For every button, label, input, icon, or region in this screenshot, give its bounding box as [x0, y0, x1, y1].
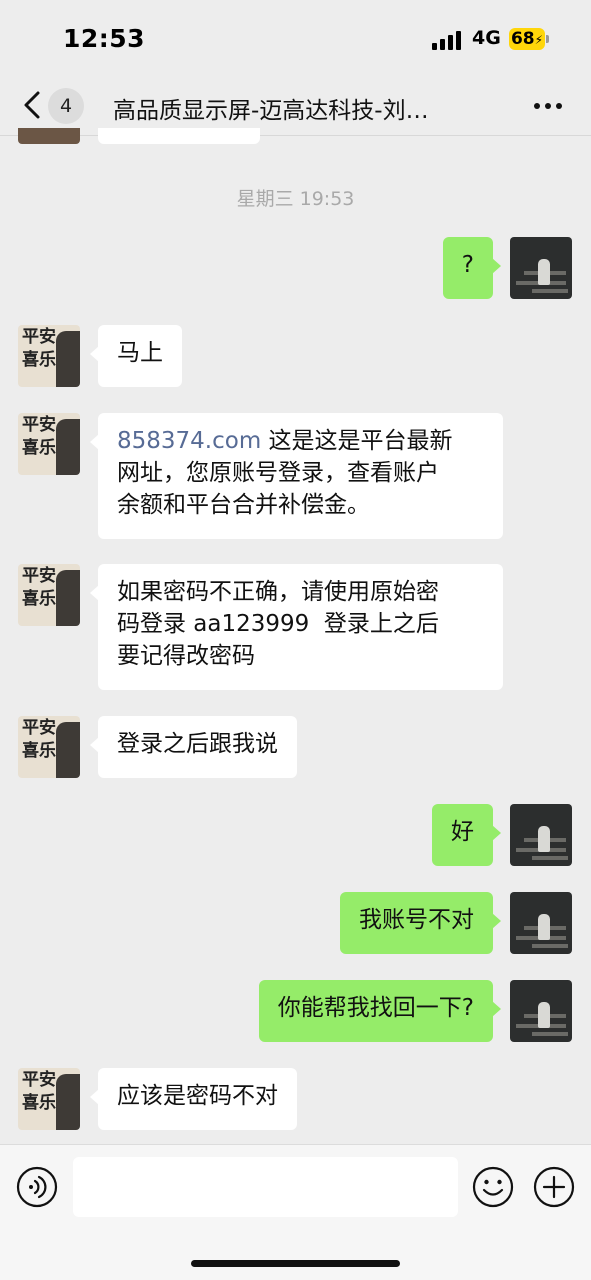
chevron-left-icon[interactable] [16, 88, 50, 122]
message-text: 我账号不对 [359, 907, 474, 933]
message-link[interactable]: 858374.com [117, 428, 261, 454]
battery-icon: 68⚡ [509, 28, 545, 50]
avatar-contact[interactable]: 平安 喜乐 [18, 325, 80, 387]
message-line: 码登录 aa123999 登录上之后 [117, 611, 439, 637]
message-line: 858374.com 这是这是平台最新 [117, 425, 484, 457]
message-line: 余额和平台合并补偿金。 [117, 492, 370, 518]
message-bubble-sent[interactable]: 我账号不对 [340, 892, 501, 954]
status-time: 12:53 [63, 24, 146, 53]
home-indicator[interactable] [191, 1260, 400, 1267]
status-bar: 12:53 4G 68⚡ [0, 0, 591, 78]
message-text: 你能帮我找回一下? [277, 995, 474, 1021]
avatar-self[interactable] [510, 804, 572, 866]
message-bubble-received[interactable]: 马上 [90, 325, 182, 387]
plus-icon[interactable] [533, 1166, 575, 1208]
message-text: 登录之后跟我说 [117, 731, 278, 757]
battery-cap [546, 35, 549, 43]
message-line: 网址，您原账号登录，查看账户 [117, 460, 439, 486]
message-text: 应该是密码不对 [117, 1083, 278, 1109]
avatar-contact[interactable]: 平安 喜乐 [18, 716, 80, 778]
chat-title: 高品质显示屏-迈高达科技-刘… [113, 98, 429, 124]
signal-icon [432, 30, 464, 50]
message-text: 马上 [117, 340, 163, 366]
message-input[interactable] [73, 1157, 458, 1217]
avatar-contact[interactable]: 平安 喜乐 [18, 413, 80, 475]
message-timestamp: 星期三 19:53 [236, 188, 355, 210]
message-line: 如果密码不正确，请使用原始密 [117, 579, 439, 605]
message-bubble-sent[interactable]: ? [442, 237, 502, 299]
battery-level: 68 [510, 29, 535, 49]
voice-icon[interactable] [16, 1166, 58, 1208]
network-type: 4G [472, 27, 501, 49]
avatar-self[interactable] [510, 980, 572, 1042]
message-bubble-received[interactable]: 登录之后跟我说 [90, 716, 297, 778]
unread-count-badge[interactable]: 4 [48, 88, 84, 124]
message-bubble-sent[interactable]: 你能帮我找回一下? [258, 980, 502, 1042]
message-bubble-received[interactable] [98, 128, 260, 144]
message-text: 这是这是平台最新 [261, 428, 453, 454]
chat-header: 4 高品质显示屏-迈高达科技-刘… [0, 78, 591, 136]
message-bubble-sent[interactable]: 好 [432, 804, 501, 866]
avatar-self[interactable] [510, 892, 572, 954]
avatar-contact[interactable]: 平安 喜乐 [18, 564, 80, 626]
message-text: ? [461, 252, 474, 278]
avatar-contact[interactable] [18, 128, 80, 144]
message-line: 要记得改密码 [117, 643, 255, 669]
message-text: 好 [451, 819, 474, 845]
avatar-self[interactable] [510, 237, 572, 299]
ellipsis-icon[interactable] [532, 103, 564, 111]
message-bubble-received[interactable]: 应该是密码不对 [90, 1068, 297, 1130]
message-bubble-received[interactable]: 858374.com 这是这是平台最新 网址，您原账号登录，查看账户 余额和平台… [90, 413, 503, 539]
message-bubble-received[interactable]: 如果密码不正确，请使用原始密 码登录 aa123999 登录上之后 要记得改密码 [90, 564, 503, 690]
avatar-contact[interactable]: 平安 喜乐 [18, 1068, 80, 1130]
smiley-icon[interactable] [472, 1166, 514, 1208]
